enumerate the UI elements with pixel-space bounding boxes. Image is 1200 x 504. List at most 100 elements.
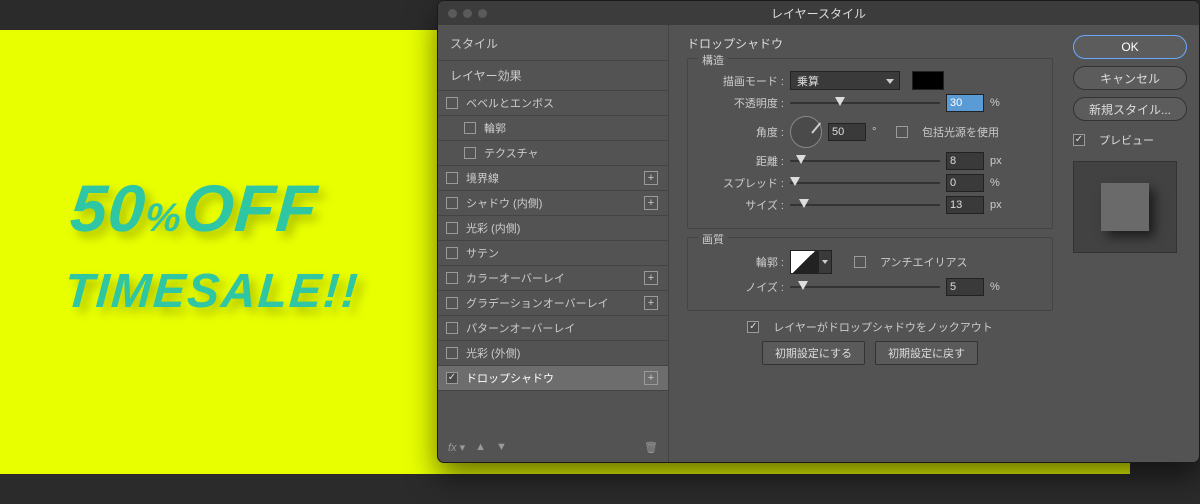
checkbox-icon[interactable] [446,347,458,359]
effect-bevel-emboss[interactable]: ベベルとエンボス [438,91,668,116]
blend-mode-value: 乗算 [797,73,819,89]
sidebar-layer-effects-header[interactable]: レイヤー効果 [438,61,668,91]
preview-sample [1101,183,1149,231]
panel-title: ドロップシャドウ [687,35,1053,52]
effect-drop-shadow[interactable]: ドロップシャドウ + [438,366,668,391]
trash-icon[interactable]: 🗑 [644,441,658,454]
arrow-up-icon[interactable]: ▲ [475,441,486,453]
sale-50: 50 [68,171,149,245]
distance-slider[interactable] [790,154,940,168]
size-input[interactable]: 13 [946,196,984,214]
angle-dial[interactable] [790,116,822,148]
quality-fieldset: 画質 輪郭 : アンチエイリアス ノイズ : 5 [687,237,1053,311]
opacity-unit: % [990,97,1008,109]
effect-label: サテン [466,245,499,261]
maximize-icon[interactable] [478,9,487,18]
effect-label: パターンオーバーレイ [466,320,575,336]
make-default-button[interactable]: 初期設定にする [762,341,865,365]
arrow-down-icon[interactable]: ▼ [496,441,507,453]
reset-default-button[interactable]: 初期設定に戻す [875,341,978,365]
add-effect-icon[interactable]: + [644,171,658,185]
preview-checkbox[interactable] [1073,134,1085,146]
checkbox-icon[interactable] [446,272,458,284]
checkbox-icon[interactable] [464,147,476,159]
add-effect-icon[interactable]: + [644,371,658,385]
effect-label: グラデーションオーバーレイ [466,295,609,311]
checkbox-icon[interactable] [464,122,476,134]
opacity-input[interactable]: 30 [946,94,984,112]
knockout-checkbox[interactable] [747,321,759,333]
effect-satin[interactable]: サテン [438,241,668,266]
noise-label: ノイズ : [698,279,784,295]
structure-legend: 構造 [698,52,728,68]
checkbox-icon[interactable] [446,297,458,309]
effect-inner-shadow[interactable]: シャドウ (内側) + [438,191,668,216]
checkbox-icon[interactable] [446,322,458,334]
add-effect-icon[interactable]: + [644,196,658,210]
effect-stroke[interactable]: 境界線 + [438,166,668,191]
effect-texture[interactable]: テクスチャ [438,141,668,166]
contour-picker[interactable] [790,250,818,274]
preview-box [1073,161,1177,253]
close-icon[interactable] [448,9,457,18]
effect-label: ドロップシャドウ [466,370,554,386]
sidebar-footer: fx ▾ ▲ ▼ 🗑 [438,432,668,462]
blend-mode-select[interactable]: 乗算 [790,71,900,90]
blend-mode-label: 描画モード : [698,73,784,89]
contour-label: 輪郭 : [698,254,784,270]
global-light-checkbox[interactable] [896,126,908,138]
angle-label: 角度 : [698,124,784,140]
checkbox-icon[interactable] [446,197,458,209]
layer-style-dialog: レイヤースタイル スタイル レイヤー効果 ベベルとエンボス 輪郭 テクスチャ 境… [437,0,1200,463]
angle-unit: ° [872,126,890,138]
spread-unit: % [990,177,1008,189]
effects-sidebar: スタイル レイヤー効果 ベベルとエンボス 輪郭 テクスチャ 境界線 + シ [438,25,669,462]
effect-pattern-overlay[interactable]: パターンオーバーレイ [438,316,668,341]
size-label: サイズ : [698,197,784,213]
noise-slider[interactable] [790,280,940,294]
global-light-label: 包括光源を使用 [922,124,999,140]
spread-slider[interactable] [790,176,940,190]
distance-unit: px [990,155,1008,167]
cancel-button[interactable]: キャンセル [1073,66,1187,90]
opacity-slider[interactable] [790,96,940,110]
effect-label: 境界線 [466,170,499,186]
antialias-checkbox[interactable] [854,256,866,268]
noise-input[interactable]: 5 [946,278,984,296]
effect-contour[interactable]: 輪郭 [438,116,668,141]
sale-off: OFF [180,171,320,245]
effect-outer-glow[interactable]: 光彩 (外側) [438,341,668,366]
knockout-label: レイヤーがドロップシャドウをノックアウト [773,319,992,335]
sale-text: 50%OFF TIMESALE!! [63,170,368,319]
contour-dropdown-icon[interactable] [818,250,832,274]
effect-label: 輪郭 [484,120,506,136]
opacity-label: 不透明度 : [698,95,784,111]
effect-label: テクスチャ [484,145,539,161]
new-style-button[interactable]: 新規スタイル... [1073,97,1187,121]
checkbox-icon[interactable] [446,97,458,109]
checkbox-icon[interactable] [446,172,458,184]
effect-label: ベベルとエンボス [466,95,554,111]
sidebar-styles-header[interactable]: スタイル [438,25,668,61]
minimize-icon[interactable] [463,9,472,18]
checkbox-icon[interactable] [446,247,458,259]
checkbox-icon[interactable] [446,222,458,234]
add-effect-icon[interactable]: + [644,296,658,310]
effect-color-overlay[interactable]: カラーオーバーレイ + [438,266,668,291]
distance-input[interactable]: 8 [946,152,984,170]
checkbox-icon[interactable] [446,372,458,384]
shadow-color-swatch[interactable] [912,71,944,90]
effect-gradient-overlay[interactable]: グラデーションオーバーレイ + [438,291,668,316]
effect-label: 光彩 (外側) [466,345,520,361]
spread-label: スプレッド : [698,175,784,191]
add-effect-icon[interactable]: + [644,271,658,285]
angle-input[interactable]: 50 [828,123,866,141]
size-unit: px [990,199,1008,211]
ok-button[interactable]: OK [1073,35,1187,59]
spread-input[interactable]: 0 [946,174,984,192]
distance-label: 距離 : [698,153,784,169]
size-slider[interactable] [790,198,940,212]
effect-inner-glow[interactable]: 光彩 (内側) [438,216,668,241]
sale-timesale: TIMESALE!! [63,264,361,319]
fx-menu-icon[interactable]: fx ▾ [448,441,465,454]
